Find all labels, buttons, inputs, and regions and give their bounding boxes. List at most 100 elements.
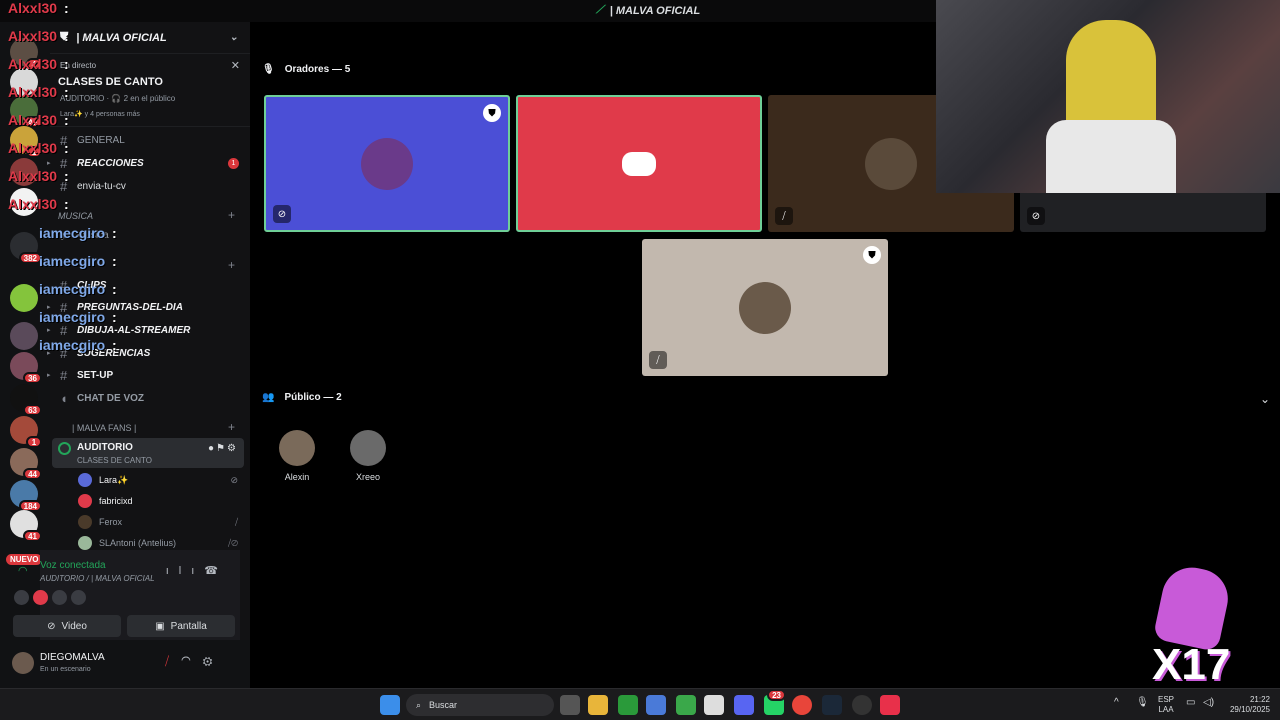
muted-icon: ⧸: [234, 516, 238, 527]
speaker-tile[interactable]: [516, 95, 762, 232]
collapse-chevron-icon[interactable]: ⌄: [1260, 392, 1270, 406]
user-controls[interactable]: ⧸◠⚙: [165, 654, 224, 669]
voice-user[interactable]: Lara✨ ⊘: [78, 470, 248, 490]
server-header[interactable]: ⛊ | MALVA OFICIAL ⌄: [50, 22, 250, 54]
close-icon[interactable]: ✕: [231, 59, 240, 72]
voice-connected-label[interactable]: Voz conectada: [40, 560, 106, 571]
video-label: Video: [61, 620, 87, 632]
server-icon[interactable]: 41: [10, 510, 42, 542]
live-event-banner[interactable]: En directo ✕ CLASES DE CANTO AUDITORIO ·…: [50, 55, 250, 127]
video-button[interactable]: ⊘ Video: [13, 615, 121, 637]
avatar[interactable]: [12, 652, 34, 674]
muted-icon: ⧸: [649, 351, 667, 369]
mic-muted-icon[interactable]: ⧸: [165, 654, 181, 668]
hash-icon: #: [60, 367, 68, 383]
language-indicator[interactable]: ESP LAA: [1158, 695, 1174, 715]
server-icon[interactable]: [10, 284, 38, 312]
steam-icon[interactable]: [822, 695, 842, 715]
clock[interactable]: 21:22 29/10/2025: [1224, 695, 1270, 715]
channel-label: envia-tu-cv: [77, 180, 126, 192]
activity-icon[interactable]: [33, 590, 48, 605]
server-icon[interactable]: 63: [10, 384, 42, 416]
voice-user[interactable]: Ferox ⧸: [78, 512, 248, 532]
audience-member[interactable]: Xreeo: [338, 430, 398, 482]
audience-name: Xreeo: [355, 472, 381, 482]
voice-location[interactable]: AUDITORIO / | MALVA OFICIAL: [40, 574, 155, 583]
channel-envia-tu-cv[interactable]: # envia-tu-cv: [50, 176, 250, 196]
chat-username: Alxxl30: [8, 28, 58, 44]
add-channel-icon[interactable]: +: [228, 258, 235, 272]
username[interactable]: DIEGOMALVA: [40, 652, 105, 663]
server-icon[interactable]: 184: [10, 480, 42, 512]
speaker-tile[interactable]: ⛊ ⧸: [642, 239, 888, 376]
channel-general[interactable]: # GENERAL: [50, 130, 250, 150]
audience-name: Alexin: [284, 472, 310, 482]
obs-icon[interactable]: [852, 695, 872, 715]
chat-separator: :: [64, 56, 69, 72]
network-icon[interactable]: ▭: [1186, 698, 1195, 708]
chrome-icon[interactable]: [792, 695, 812, 715]
avatar: [78, 473, 92, 487]
speaker-icon: ◖: [60, 390, 68, 406]
activity-icon[interactable]: [52, 590, 67, 605]
store-icon[interactable]: [646, 695, 666, 715]
server-icon[interactable]: [10, 322, 38, 350]
titlebar-center: ⟋ | MALVA OFICIAL: [596, 4, 700, 17]
lang-layout: LAA: [1158, 705, 1174, 714]
chat-username: Alxxl30: [8, 56, 58, 72]
tiktok-icon[interactable]: [880, 695, 900, 715]
search-icon: ⌕: [416, 699, 422, 710]
category-musica[interactable]: MUSICA: [58, 211, 93, 221]
server-badge: 44: [23, 468, 42, 480]
xbox-icon[interactable]: [618, 695, 638, 715]
taskbar-search[interactable]: ⌕ Buscar: [406, 694, 554, 716]
channel-chat-de-voz[interactable]: ◖ CHAT DE VOZ: [50, 388, 250, 408]
screen-share-button[interactable]: ▣ Pantalla: [127, 615, 235, 637]
windows-start-icon[interactable]: [380, 695, 400, 715]
muted-deafened-icon: ⧸⊘: [228, 537, 238, 548]
chat-username: Alxxl30: [8, 168, 58, 184]
server-icon[interactable]: 36: [10, 352, 42, 384]
server-icon[interactable]: 382: [10, 232, 42, 264]
roblox-icon[interactable]: [704, 695, 724, 715]
chevron-up-icon[interactable]: ^: [1114, 698, 1119, 708]
audience-member[interactable]: Alexin: [267, 430, 327, 482]
add-channel-icon[interactable]: +: [228, 208, 235, 222]
activity-icon[interactable]: [71, 590, 86, 605]
volume-icon[interactable]: ◁): [1203, 698, 1214, 708]
chat-username: iamecgiro: [39, 281, 106, 297]
channel-setup[interactable]: ▸ # SET-UP: [47, 365, 250, 385]
screen: ⟋ | MALVA OFICIAL 4 45 1 382 36 63 1 44 …: [0, 0, 1280, 720]
mic-tray-icon[interactable]: 🎙: [1136, 698, 1149, 708]
chat-separator: :: [112, 309, 117, 325]
category-malva-fans[interactable]: | MALVA FANS |: [72, 423, 136, 433]
clock-time: 21:22: [1249, 695, 1270, 704]
chat-username: Alxxl30: [8, 196, 58, 212]
speakers-header: 🎙 Oradores — 5: [262, 64, 350, 75]
speaker-tile[interactable]: ⛊ ⊘: [264, 95, 510, 232]
file-explorer-icon[interactable]: [588, 695, 608, 715]
chat-separator: :: [112, 281, 117, 297]
stage-tools[interactable]: ●⚑⚙: [208, 443, 238, 454]
add-channel-icon[interactable]: +: [228, 420, 235, 434]
activity-icon[interactable]: [14, 590, 29, 605]
muted-icon: ⧸: [775, 207, 793, 225]
whatsapp-badge: 23: [767, 689, 786, 701]
stage-channel-auditorio[interactable]: AUDITORIO CLASES DE CANTO ●⚑⚙: [52, 438, 244, 468]
event-subtitle: AUDITORIO · 🎧 2 en el público: [60, 94, 176, 103]
moderator-icon: ⛊: [483, 104, 501, 122]
chat-username: iamecgiro: [39, 225, 106, 241]
voice-controls[interactable]: ılı☎: [166, 564, 228, 577]
chat-separator: :: [112, 253, 117, 269]
channel-label: DIBUJA-AL-STREAMER: [77, 324, 191, 336]
channel-reacciones[interactable]: ▸ # REACCIONES 1: [47, 153, 250, 173]
avatar: [361, 137, 413, 190]
whatsapp-icon[interactable]: 23: [764, 689, 786, 715]
minecraft-icon[interactable]: [676, 695, 696, 715]
voice-user[interactable]: fabricixd: [78, 491, 248, 511]
unread-dot-icon: ▸: [47, 372, 51, 379]
server-icon[interactable]: 44: [10, 448, 42, 480]
task-view-icon[interactable]: [560, 695, 580, 715]
discord-icon[interactable]: [734, 695, 754, 715]
server-icon[interactable]: 1: [10, 416, 42, 448]
